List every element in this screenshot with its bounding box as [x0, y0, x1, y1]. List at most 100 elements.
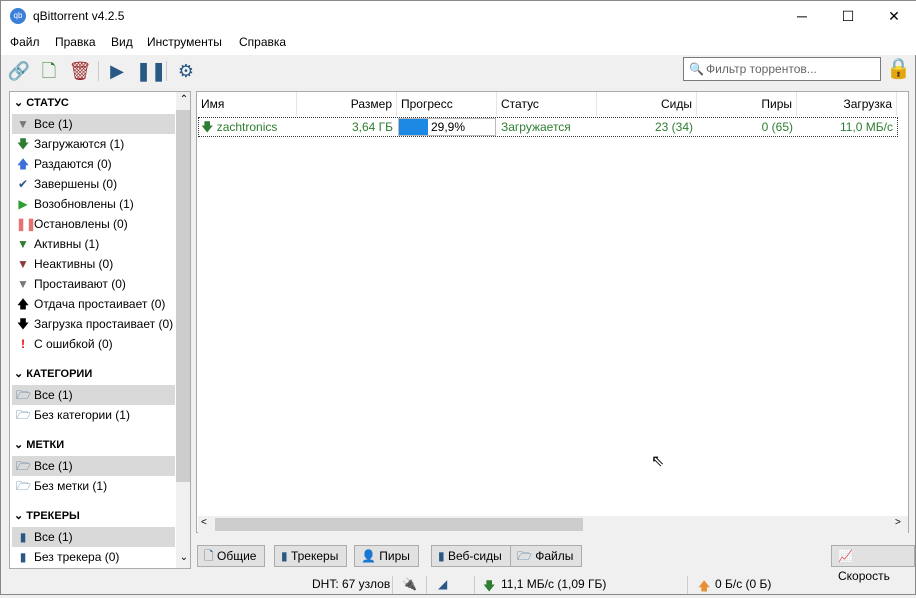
- section-tags[interactable]: ⌄ МЕТКИ: [14, 435, 64, 455]
- settings-gear-icon[interactable]: ⚙: [174, 59, 198, 83]
- column-header-size[interactable]: Размер: [297, 92, 397, 116]
- pause-icon: ❚❚: [16, 217, 37, 231]
- status-completed[interactable]: ✔ Завершены (0): [12, 174, 175, 194]
- label: С ошибкой (0): [34, 337, 113, 351]
- scroll-up-icon[interactable]: ⌃: [176, 94, 190, 105]
- torrent-filter-input[interactable]: 🔍 Фильтр торрентов...: [683, 57, 881, 81]
- column-header-seeds[interactable]: Сиды: [597, 92, 697, 116]
- tab-trackers[interactable]: ▮ Трекеры: [274, 545, 348, 567]
- connection-status-icon[interactable]: 🔌: [402, 577, 417, 591]
- label: Остановлены (0): [34, 217, 128, 231]
- section-status[interactable]: ⌄ СТАТУС: [14, 93, 69, 113]
- label: Все (1): [34, 117, 73, 131]
- tab-peers[interactable]: 👤 Пиры: [354, 545, 419, 567]
- label: Простаивают (0): [34, 277, 126, 291]
- close-button[interactable]: ✕: [871, 1, 916, 31]
- label: Загрузка простаивает (0): [34, 317, 174, 331]
- tab-webseeds[interactable]: ▮ Веб-сиды: [431, 545, 511, 567]
- tracker-icon: ▮: [281, 549, 288, 563]
- tab-general[interactable]: 🗋 Общие: [197, 545, 266, 567]
- status-downloading[interactable]: 🡇 Загружаются (1): [12, 134, 175, 154]
- scroll-right-icon[interactable]: >: [895, 517, 901, 528]
- status-resumed[interactable]: ▶ Возобновлены (1): [12, 194, 175, 214]
- column-header-status[interactable]: Статус: [497, 92, 597, 116]
- section-trackers[interactable]: ⌄ ТРЕКЕРЫ: [14, 506, 80, 526]
- folder-icon: 🗁: [517, 549, 532, 563]
- minimize-button[interactable]: ─: [779, 1, 825, 31]
- status-inactive[interactable]: ▼ Неактивны (0): [12, 254, 175, 274]
- folder-icon: 🗁: [16, 408, 31, 422]
- tab-label: Общие: [217, 549, 257, 563]
- window-title: qBittorrent v4.2.5: [33, 9, 125, 23]
- chart-icon: 📈: [838, 549, 853, 563]
- menu-help[interactable]: Справка: [239, 35, 286, 49]
- status-stalled-download[interactable]: 🡇 Загрузка простаивает (0): [12, 314, 175, 334]
- tab-label: Веб-сиды: [447, 549, 502, 563]
- horizontal-scroll-thumb[interactable]: [215, 518, 583, 531]
- torrent-size: 3,64 ГБ: [351, 120, 393, 134]
- label: Все (1): [34, 459, 73, 473]
- delete-icon[interactable]: 🗑: [68, 59, 92, 83]
- category-none[interactable]: 🗁 Без категории (1): [12, 405, 175, 425]
- column-header-name[interactable]: Имя: [197, 92, 297, 116]
- tag-none[interactable]: 🗁 Без метки (1): [12, 476, 175, 496]
- label: Без категории (1): [34, 408, 130, 422]
- pause-icon[interactable]: ❚❚: [136, 59, 166, 83]
- name-text: zachtronics: [216, 120, 278, 134]
- download-speed[interactable]: 11,1 МБ/с (1,09 ГБ): [501, 577, 606, 591]
- tab-files[interactable]: 🗁 Файлы: [510, 545, 583, 567]
- tracker-none[interactable]: ▮ Без трекера (0): [12, 547, 175, 567]
- title-bar: qb qBittorrent v4.2.5 ─ ☐ ✕: [1, 1, 916, 31]
- add-file-icon[interactable]: 🗋: [37, 59, 61, 83]
- label: Загружаются (1): [34, 137, 125, 151]
- maximize-button[interactable]: ☐: [825, 1, 871, 31]
- column-header-peers[interactable]: Пиры: [697, 92, 797, 116]
- status-errored[interactable]: ! С ошибкой (0): [12, 334, 175, 354]
- label: Отдача простаивает (0): [34, 297, 166, 311]
- tag-all[interactable]: 🗁 Все (1): [12, 456, 175, 476]
- scroll-down-icon[interactable]: ⌄: [176, 552, 190, 563]
- sidebar-scroll-thumb[interactable]: [176, 110, 190, 482]
- tracker-all[interactable]: ▮ Все (1): [12, 527, 175, 547]
- lock-icon[interactable]: 🔒: [886, 57, 911, 81]
- menu-bar: Файл Правка Вид Инструменты Справка: [1, 31, 916, 55]
- category-all[interactable]: 🗁 Все (1): [12, 385, 175, 405]
- separator: [426, 576, 427, 594]
- dht-nodes: DHT: 67 узлов: [312, 577, 391, 591]
- peers-icon: 👤: [361, 549, 376, 563]
- speed-limit-icon[interactable]: ◢: [438, 577, 447, 591]
- section-title: СТАТУС: [26, 97, 69, 109]
- menu-tools[interactable]: Инструменты: [147, 35, 222, 49]
- resume-icon[interactable]: ▶: [105, 59, 129, 83]
- status-seeding[interactable]: 🡅 Раздаются (0): [12, 154, 175, 174]
- status-active[interactable]: ▼ Активны (1): [12, 234, 175, 254]
- upload-speed[interactable]: 0 Б/с (0 Б): [715, 577, 771, 591]
- status-paused[interactable]: ❚❚ Остановлены (0): [12, 214, 175, 234]
- section-categories[interactable]: ⌄ КАТЕГОРИИ: [14, 364, 92, 384]
- status-stalled[interactable]: ▼ Простаивают (0): [12, 274, 175, 294]
- status-stalled-upload[interactable]: 🡅 Отдача простаивает (0): [12, 294, 175, 314]
- section-title: МЕТКИ: [26, 439, 65, 451]
- progress-fill: [399, 119, 428, 135]
- filter-icon: ▼: [17, 117, 29, 131]
- section-title: КАТЕГОРИИ: [26, 368, 93, 380]
- tracker-icon: ▮: [19, 530, 27, 544]
- scroll-left-icon[interactable]: <: [201, 517, 207, 528]
- tab-label: Файлы: [535, 549, 574, 563]
- tab-label: Трекеры: [290, 549, 339, 563]
- add-link-icon[interactable]: 🔗: [7, 59, 31, 83]
- status-all[interactable]: ▼ Все (1): [12, 114, 175, 134]
- speed-button[interactable]: 📈 Скорость: [831, 545, 915, 583]
- play-icon: ▶: [18, 197, 28, 211]
- label: Без метки (1): [34, 479, 108, 493]
- menu-view[interactable]: Вид: [111, 35, 133, 49]
- column-header-progress[interactable]: Прогресс: [397, 92, 497, 116]
- label: Без трекера (0): [34, 550, 120, 564]
- menu-file[interactable]: Файл: [10, 35, 40, 49]
- menu-edit[interactable]: Правка: [55, 35, 96, 49]
- arrow-up-icon: 🡅: [16, 297, 30, 311]
- separator: [98, 61, 99, 81]
- progress-text: 29,9%: [431, 120, 466, 134]
- label: Завершены (0): [34, 177, 118, 191]
- column-header-download[interactable]: Загрузка: [797, 92, 897, 116]
